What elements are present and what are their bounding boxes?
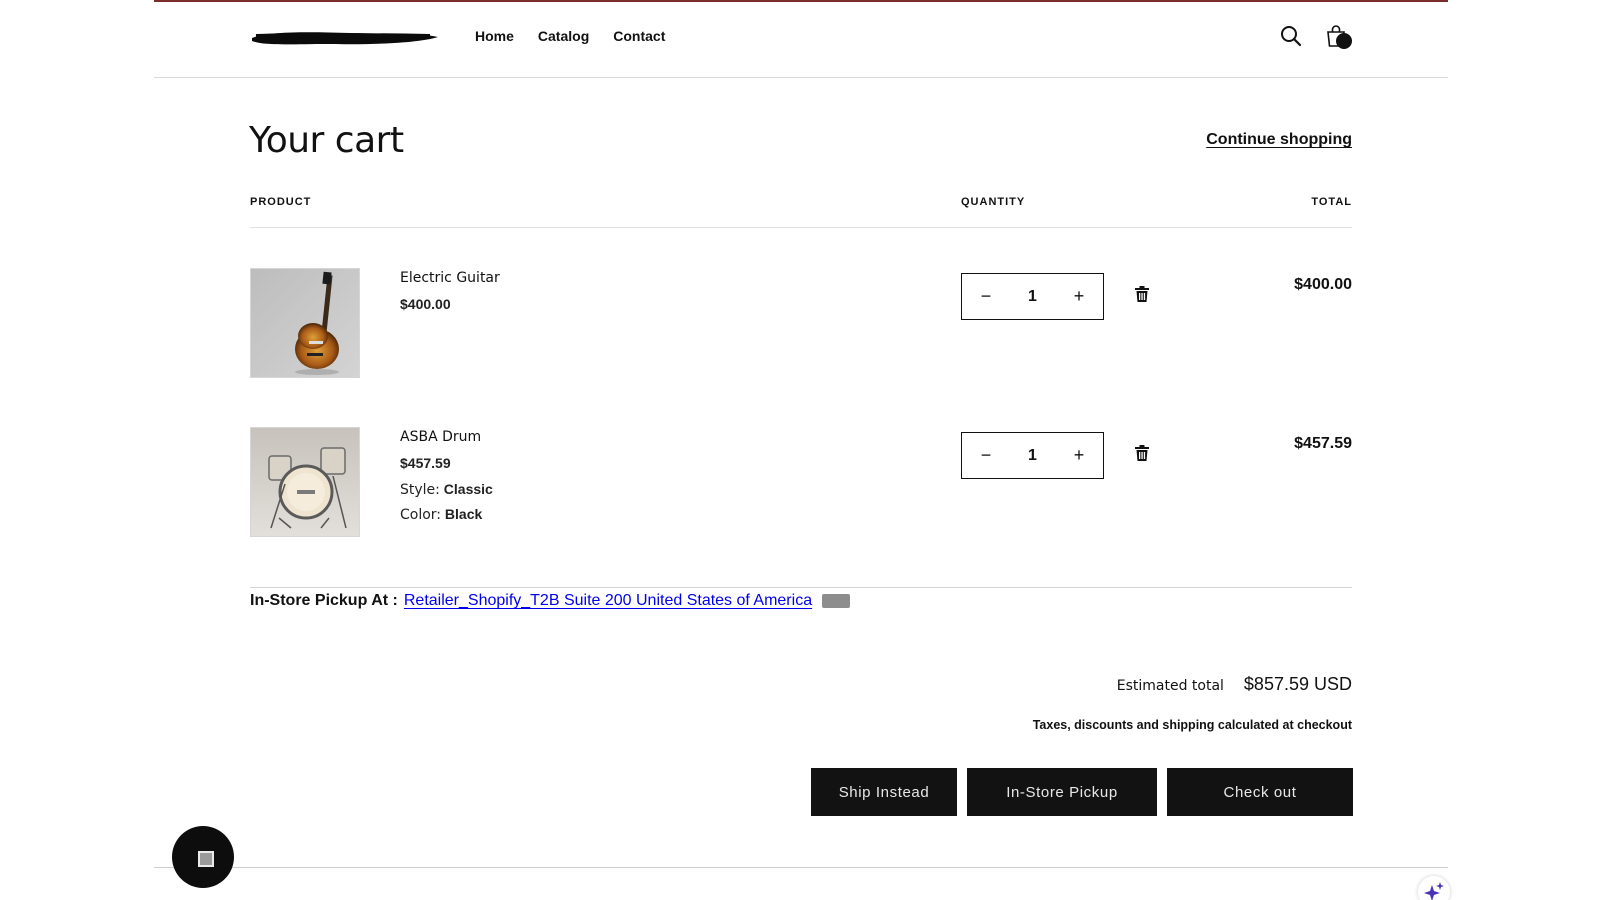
quantity-decrease-button[interactable]: − <box>976 445 996 466</box>
product-image-guitar[interactable] <box>250 268 360 378</box>
in-store-pickup-info: In-Store Pickup At : Retailer_Shopify_T2… <box>250 592 851 610</box>
chat-icon-glyph <box>198 851 214 867</box>
columns-divider <box>250 227 1352 228</box>
option-key: Color: <box>400 507 442 523</box>
product-option-style: Style: Classic <box>400 481 493 498</box>
quantity-value[interactable]: 1 <box>1028 447 1037 465</box>
cart-item-row: Electric Guitar $400.00 − 1 + $400.00 <box>250 268 1352 388</box>
store-logo-redacted[interactable] <box>250 28 440 48</box>
header-divider <box>154 77 1448 78</box>
pickup-divider <box>250 587 1352 588</box>
option-value: Black <box>444 506 483 522</box>
pickup-label: In-Store Pickup At : <box>250 592 398 609</box>
cart-count-bubble <box>1336 33 1352 49</box>
tax-note: Taxes, discounts and shipping calculated… <box>1032 718 1352 732</box>
nav-contact[interactable]: Contact <box>613 28 665 44</box>
top-accent-rule <box>154 0 1448 2</box>
line-total: $457.59 <box>1294 435 1352 452</box>
cart-item-row: ASBA Drum $457.59 Style: Classic Color: … <box>250 427 1352 547</box>
trash-icon[interactable] <box>1135 445 1149 461</box>
product-image-drum[interactable] <box>250 427 360 537</box>
column-header-product: PRODUCT <box>250 196 312 208</box>
estimated-total-label: Estimated total <box>1116 678 1224 694</box>
option-value: Classic <box>443 481 493 497</box>
product-price: $457.59 <box>400 455 451 471</box>
column-header-total: TOTAL <box>1311 196 1352 208</box>
product-price: $400.00 <box>400 296 451 312</box>
product-name[interactable]: ASBA Drum <box>400 429 481 445</box>
checkout-button[interactable]: Check out <box>1167 768 1353 816</box>
option-key: Style: <box>400 482 440 498</box>
ship-instead-button[interactable]: Ship Instead <box>811 768 957 816</box>
product-name[interactable]: Electric Guitar <box>400 270 500 286</box>
line-total: $400.00 <box>1294 276 1352 293</box>
product-option-color: Color: Black <box>400 506 482 523</box>
search-icon[interactable] <box>1279 24 1303 48</box>
estimated-total-value: $857.59 USD <box>1243 674 1352 694</box>
main-nav: Home Catalog Contact <box>475 28 665 44</box>
quantity-value[interactable]: 1 <box>1028 288 1037 306</box>
quantity-increase-button[interactable]: + <box>1069 286 1089 307</box>
page-title: Your cart <box>249 120 404 161</box>
sparkle-icon[interactable] <box>1418 876 1450 900</box>
in-store-pickup-button[interactable]: In-Store Pickup <box>967 768 1157 816</box>
edit-pickup-icon[interactable] <box>822 594 851 608</box>
column-header-quantity: QUANTITY <box>961 196 1026 208</box>
quantity-stepper: − 1 + <box>961 273 1104 320</box>
quantity-decrease-button[interactable]: − <box>976 286 996 307</box>
estimated-total: Estimated total $857.59 USD <box>1117 674 1352 695</box>
nav-catalog[interactable]: Catalog <box>538 28 589 44</box>
quantity-increase-button[interactable]: + <box>1069 445 1089 466</box>
pickup-address-link[interactable]: Retailer_Shopify_T2B Suite 200 United St… <box>404 592 812 610</box>
trash-icon[interactable] <box>1135 286 1149 302</box>
quantity-stepper: − 1 + <box>961 432 1104 479</box>
continue-shopping-link[interactable]: Continue shopping <box>1206 131 1352 149</box>
nav-home[interactable]: Home <box>475 28 514 44</box>
footer-divider <box>154 867 1448 868</box>
